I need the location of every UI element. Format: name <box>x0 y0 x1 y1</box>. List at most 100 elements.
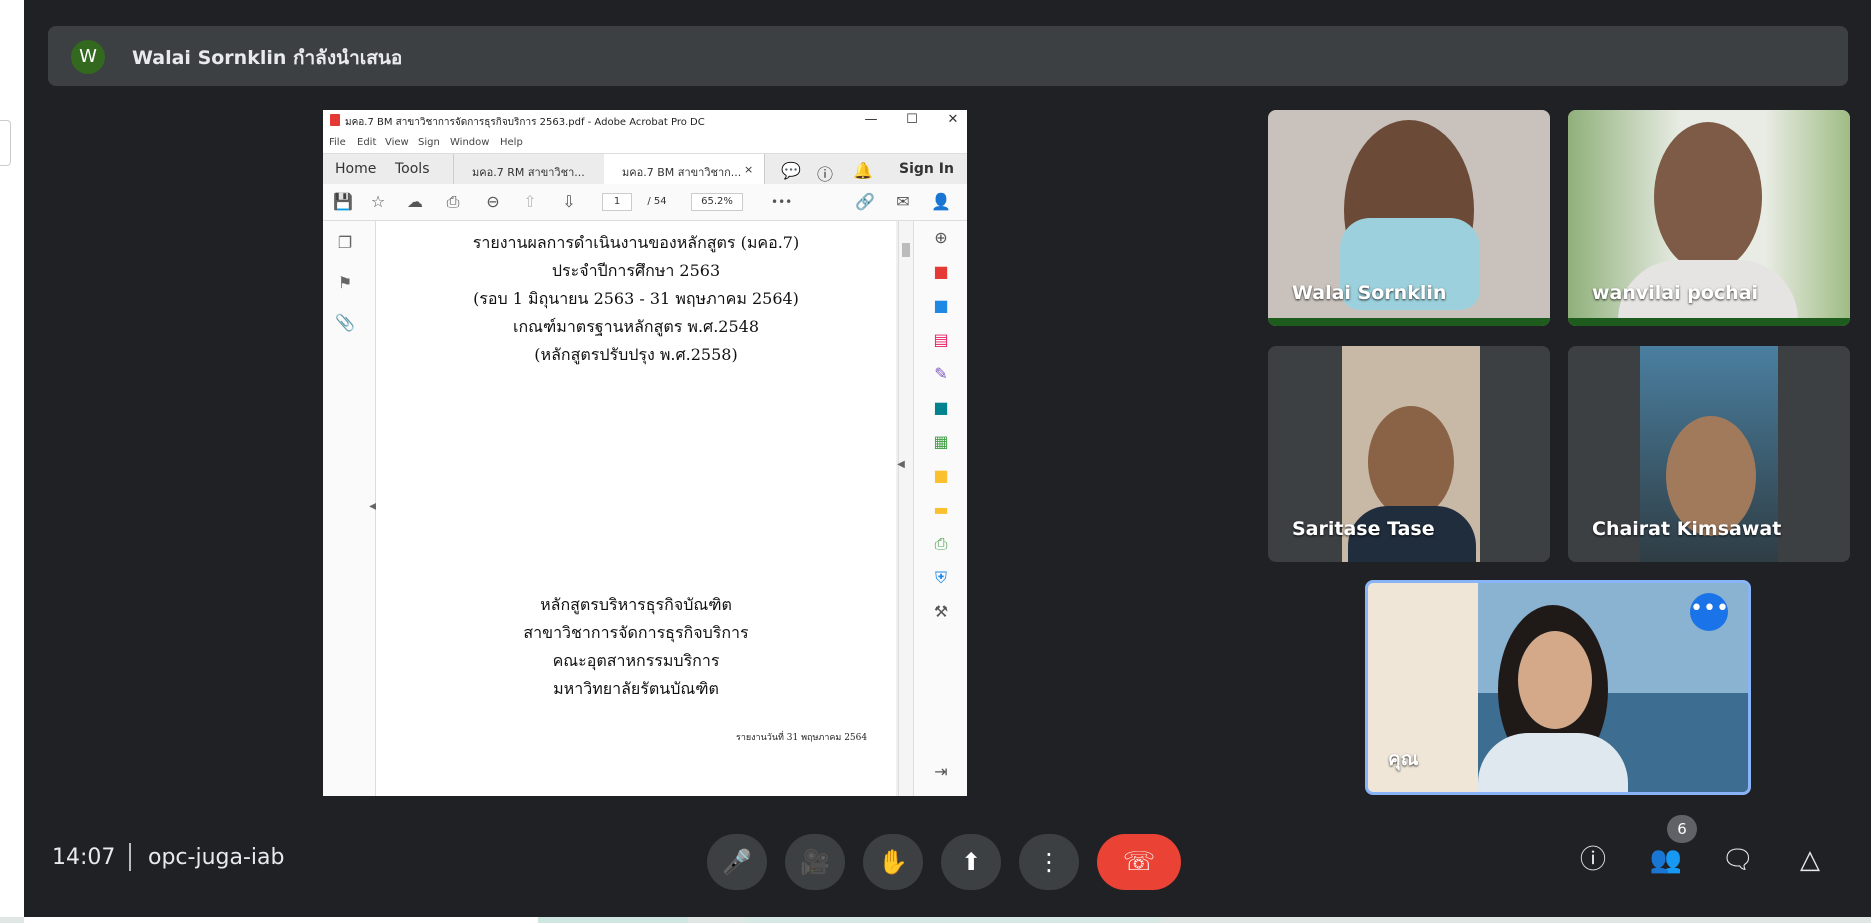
side-handle[interactable] <box>0 120 11 166</box>
taskbar-strip <box>0 917 1871 923</box>
comment-icon[interactable]: 💬 <box>781 161 801 180</box>
combine-files-icon[interactable]: ▦ <box>930 431 952 453</box>
menu-edit[interactable]: Edit <box>357 137 376 148</box>
more-options-button[interactable]: ••• <box>1690 593 1729 631</box>
meeting-info-icon[interactable]: ⓘ <box>1573 840 1613 880</box>
microphone-icon: 🎤 <box>722 848 752 876</box>
people-icon[interactable]: 👥 <box>1646 840 1686 880</box>
previous-page-icon[interactable]: ⇧ <box>520 192 540 212</box>
collapse-right-icon[interactable]: ⇥ <box>930 761 952 783</box>
acrobat-toolbar: 💾 ☆ ☁ ⎙ ⊖ ⇧ ⇩ 1 / 54 65.2% ••• 🔗 ✉ 👤 <box>323 184 967 221</box>
vertical-scrollbar[interactable] <box>898 221 913 796</box>
leave-call-button[interactable]: ☏ <box>1097 834 1181 890</box>
doc-line: (รอบ 1 มิถุนายน 2563 - 31 พฤษภาคม 2564) <box>473 289 799 308</box>
document-area: ❐ ⚑ 📎 ◀ รายงานผลการดำเนินงานของหลักสูตร … <box>323 221 967 796</box>
page-number-input[interactable]: 1 <box>602 193 632 211</box>
sign-in-button[interactable]: Sign In <box>899 161 954 177</box>
create-pdf-icon[interactable]: ■ <box>930 261 952 283</box>
doc-tab-rm[interactable]: มคอ.7 RM สาขาวิชา... <box>453 154 605 184</box>
zoom-select[interactable]: 65.2% <box>691 193 743 211</box>
present-button[interactable]: ⬆ <box>941 834 1001 890</box>
organize-pages-icon[interactable]: ▤ <box>930 329 952 351</box>
participant-tile[interactable]: Saritase Tase <box>1268 346 1550 562</box>
menu-help[interactable]: Help <box>500 137 523 148</box>
doc-line: สาขาวิชาการจัดการธุรกิจบริการ <box>523 623 749 642</box>
presenter-banner: W Walai Sornklin กำลังนำเสนอ <box>48 26 1848 86</box>
tab-tools[interactable]: Tools <box>395 161 430 177</box>
participant-name: wanvilai pochai <box>1592 282 1759 304</box>
print-production-icon[interactable]: ⎙ <box>930 533 952 555</box>
more-tools-wrench-icon[interactable]: ⚒ <box>930 601 952 623</box>
pages-icon[interactable]: ❐ <box>335 233 355 253</box>
pdf-page: รายงานผลการดำเนินงานของหลักสูตร (มคอ.7) … <box>376 221 896 796</box>
zoom-in-icon[interactable]: ⊕ <box>930 227 952 249</box>
presenter-banner-text: Walai Sornklin กำลังนำเสนอ <box>132 47 403 69</box>
help-icon[interactable]: ⓘ <box>817 161 833 185</box>
participant-name: Chairat Kimsawat <box>1592 518 1782 540</box>
participant-tile[interactable]: Chairat Kimsawat <box>1568 346 1850 562</box>
print-icon[interactable]: ⎙ <box>443 192 463 212</box>
more-options-menu-button[interactable]: ⋮ <box>1019 834 1079 890</box>
star-icon[interactable]: ☆ <box>368 192 388 212</box>
doc-tab-label: มคอ.7 RM สาขาวิชา... <box>472 166 585 179</box>
protect-icon[interactable]: ⛨ <box>930 567 952 589</box>
close-icon[interactable]: ✕ <box>943 112 963 127</box>
doc-line: เกณฑ์มาตรฐานหลักสูตร พ.ศ.2548 <box>512 317 759 336</box>
menu-view[interactable]: View <box>385 137 409 148</box>
menu-sign[interactable]: Sign <box>418 137 440 148</box>
comment-tool-icon[interactable]: ▬ <box>930 499 952 521</box>
doc-tab-bm[interactable]: มคอ.7 BM สาขาวิชาก... × <box>604 154 765 184</box>
maximize-icon[interactable]: ☐ <box>902 112 922 127</box>
end-call-icon: ☏ <box>1122 847 1156 877</box>
link-icon[interactable]: 🔗 <box>855 192 875 212</box>
doc-line: หลักสูตรบริหารธุรกิจบัณฑิต <box>540 595 732 614</box>
tab-home[interactable]: Home <box>335 161 376 177</box>
bookmark-icon[interactable]: ⚑ <box>335 273 355 293</box>
export-file-icon[interactable]: ■ <box>930 465 952 487</box>
menu-file[interactable]: File <box>329 137 346 148</box>
self-tile[interactable]: คุณ ••• <box>1365 580 1751 795</box>
participant-name: Walai Sornklin <box>1292 282 1447 304</box>
meeting-code: opc-juga-iab <box>148 845 285 870</box>
pdf-icon <box>330 114 340 126</box>
microphone-button[interactable]: 🎤 <box>707 834 767 890</box>
send-review-icon[interactable]: ■ <box>930 397 952 419</box>
activities-icon[interactable]: △ <box>1790 840 1830 880</box>
participant-shirt <box>1478 733 1628 792</box>
more-tools-icon[interactable]: ••• <box>771 192 792 212</box>
fill-sign-icon[interactable]: ✎ <box>930 363 952 385</box>
add-user-icon[interactable]: 👤 <box>931 192 951 212</box>
video-background <box>1368 583 1478 792</box>
doc-line: มหาวิทยาลัยรัตนบัณฑิต <box>553 679 719 698</box>
hand-icon: ✋ <box>878 848 908 876</box>
raise-hand-button[interactable]: ✋ <box>863 834 923 890</box>
divider <box>129 843 131 871</box>
participant-tile[interactable]: Walai Sornklin <box>1268 110 1550 326</box>
taskbar-segment <box>538 917 688 923</box>
camera-button[interactable]: 🎥 <box>785 834 845 890</box>
next-page-icon[interactable]: ⇩ <box>559 192 579 212</box>
scroll-thumb[interactable] <box>902 243 910 257</box>
self-name: คุณ <box>1388 748 1419 770</box>
zoom-out-icon[interactable]: ⊖ <box>483 192 503 212</box>
bell-icon[interactable]: 🔔 <box>853 161 873 180</box>
more-vert-icon: ⋮ <box>1037 848 1061 876</box>
presenter-avatar: W <box>71 40 105 74</box>
participant-count-badge: 6 <box>1667 815 1697 843</box>
window-title: มคอ.7 BM สาขาวิชาการจัดการธุรกิจบริการ 2… <box>345 117 705 128</box>
taskbar-segment <box>746 917 1162 923</box>
minimize-icon[interactable]: — <box>861 112 881 127</box>
collapse-tools-icon[interactable]: ◀ <box>896 454 906 476</box>
mail-icon[interactable]: ✉ <box>893 192 913 212</box>
attachment-icon[interactable]: 📎 <box>335 313 355 333</box>
doc-line: (หลักสูตรปรับปรุง พ.ศ.2558) <box>534 345 738 364</box>
export-pdf-icon[interactable]: ■ <box>930 295 952 317</box>
participant-tile[interactable]: wanvilai pochai <box>1568 110 1850 326</box>
chat-icon[interactable]: 🗨 <box>1718 840 1758 880</box>
acrobat-titlebar: มคอ.7 BM สาขาวิชาการจัดการธุรกิจบริการ 2… <box>323 110 967 132</box>
save-icon[interactable]: 💾 <box>333 192 353 212</box>
tab-close-icon[interactable]: × <box>744 163 753 176</box>
tools-pane: ⊕ ■ ■ ▤ ✎ ■ ▦ ■ ▬ ⎙ ⛨ ⚒ ⇥ ◀ <box>897 221 967 796</box>
upload-cloud-icon[interactable]: ☁ <box>405 192 425 212</box>
menu-window[interactable]: Window <box>450 137 489 148</box>
